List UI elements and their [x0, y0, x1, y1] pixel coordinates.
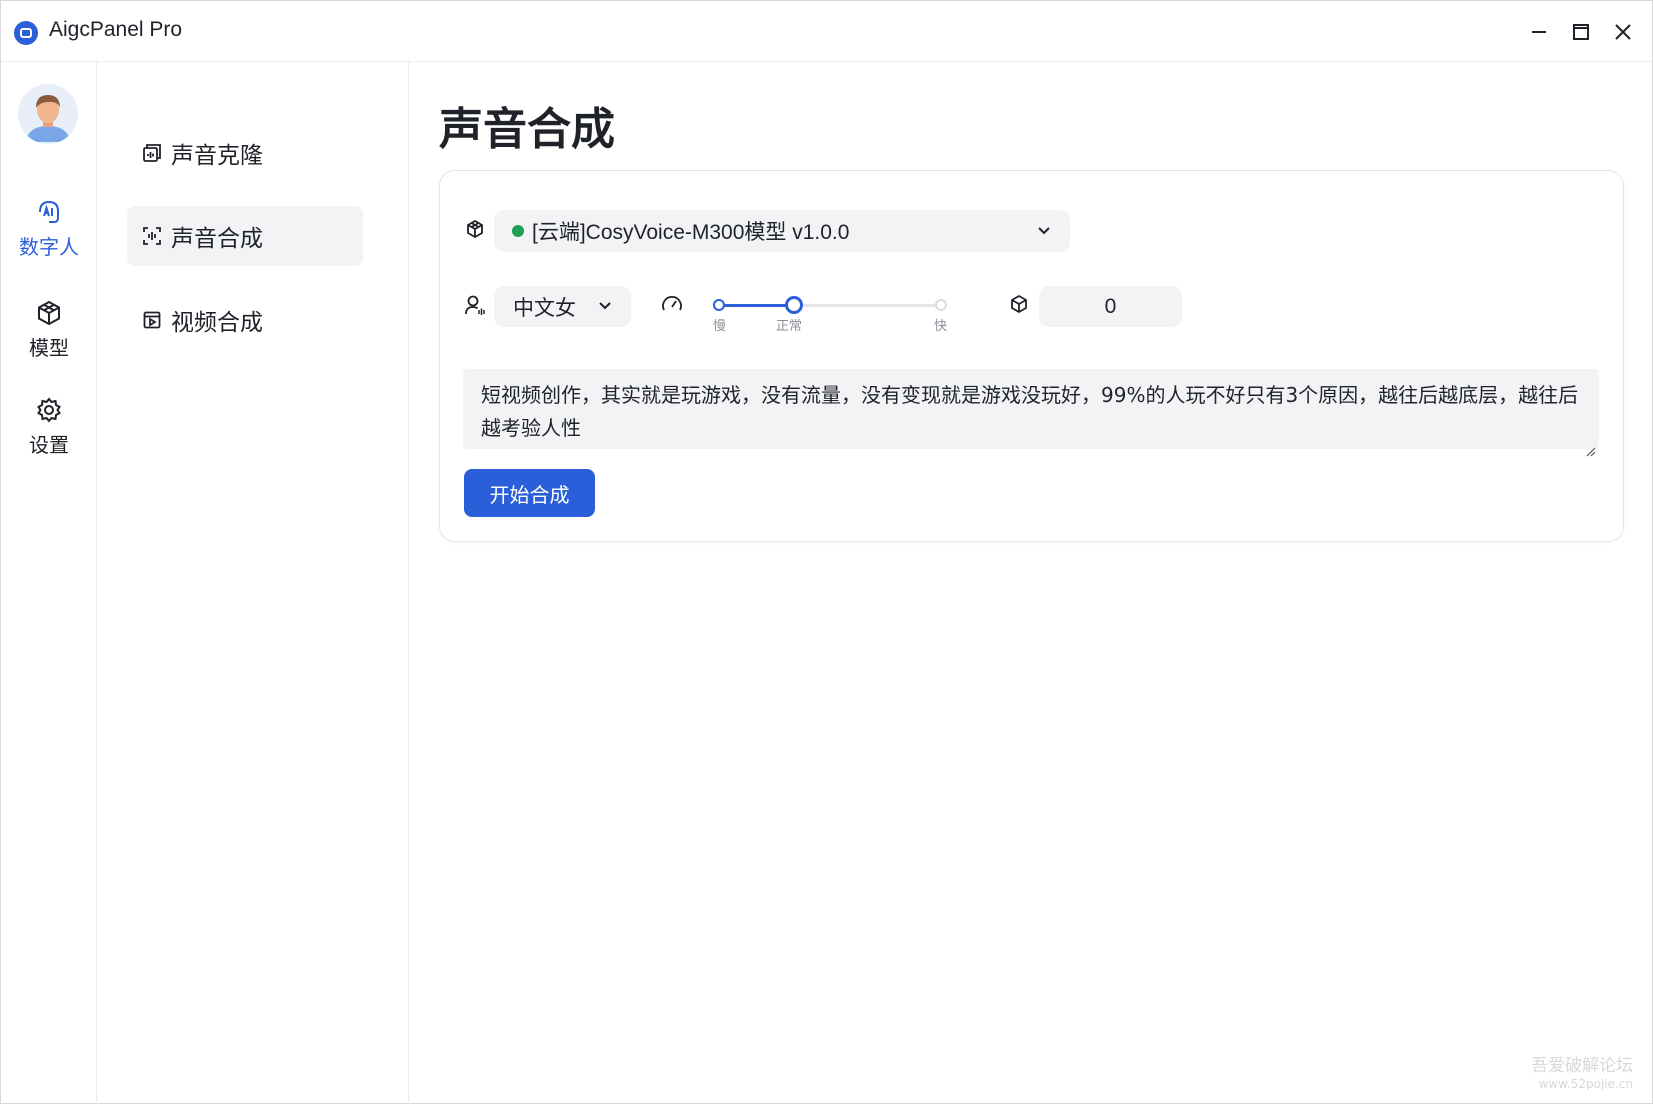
- rail-item-model[interactable]: 模型: [1, 298, 97, 361]
- minimize-icon: [1532, 31, 1546, 33]
- voice-clone-icon: [141, 142, 163, 164]
- chevron-down-icon: [1036, 222, 1052, 242]
- title-bar: AigcPanel Pro: [1, 1, 1652, 62]
- subnav-item-voice-clone[interactable]: 声音克隆: [127, 123, 363, 183]
- model-select-value: [云端]CosyVoice-M300模型 v1.0.0: [532, 221, 850, 244]
- speedometer-icon: [661, 294, 683, 318]
- maximize-icon: [1573, 24, 1589, 40]
- maximize-button[interactable]: [1561, 15, 1601, 49]
- close-icon: [1615, 24, 1631, 40]
- rail-item-settings[interactable]: 设置: [1, 395, 97, 458]
- page-title: 声音合成: [439, 104, 615, 155]
- slider-thumb[interactable]: [785, 296, 803, 314]
- speaker-select[interactable]: 中文女: [494, 286, 631, 327]
- watermark: 吾爱破解论坛 www.52pojie.cn: [1531, 1057, 1633, 1093]
- speaker-user-icon: [465, 294, 485, 320]
- ai-icon: [34, 197, 64, 227]
- tick-normal: 正常: [776, 319, 803, 334]
- subnav-item-label: 声音克隆: [171, 143, 263, 169]
- main-nav-rail: 数字人 模型 设置: [1, 62, 97, 1104]
- rail-item-digital-human[interactable]: 数字人: [1, 197, 97, 260]
- close-button[interactable]: [1603, 15, 1643, 49]
- gear-icon: [34, 395, 64, 425]
- watermark-line2: www.52pojie.cn: [1538, 1077, 1633, 1091]
- seed-input[interactable]: 0: [1039, 286, 1182, 327]
- tick-fast: 快: [934, 319, 948, 334]
- subnav-item-label: 视频合成: [171, 310, 263, 336]
- text-input-value: 短视频创作，其实就是玩游戏，没有流量，没有变现就是游戏没玩好，99%的人玩不好只…: [481, 383, 1579, 440]
- slider-mark-fast: [935, 299, 947, 311]
- start-synthesis-button[interactable]: 开始合成: [464, 469, 595, 517]
- tick-slow: 慢: [713, 319, 727, 334]
- watermark-line1: 吾爱破解论坛: [1531, 1056, 1633, 1076]
- avatar[interactable]: [18, 84, 78, 144]
- cube-icon: [34, 298, 64, 328]
- model-status-dot: [512, 225, 524, 237]
- rail-item-label: 数字人: [19, 235, 79, 259]
- app-logo-icon: [14, 21, 38, 45]
- sub-nav: 声音克隆 声音合成 视频合成: [97, 62, 409, 1104]
- minimize-button[interactable]: [1519, 15, 1559, 49]
- speed-slider[interactable]: 慢 正常 快: [713, 296, 953, 336]
- subnav-item-label: 声音合成: [171, 226, 263, 252]
- voice-synth-icon: [141, 225, 163, 247]
- user-avatar-icon: [18, 84, 78, 144]
- slider-mark-slow: [713, 299, 725, 311]
- rail-item-label: 模型: [29, 336, 69, 360]
- rail-item-label: 设置: [29, 433, 69, 457]
- text-input[interactable]: 短视频创作，其实就是玩游戏，没有流量，没有变现就是游戏没玩好，99%的人玩不好只…: [463, 369, 1599, 457]
- resize-handle-icon[interactable]: [1584, 434, 1596, 457]
- seed-cube-icon: [1009, 294, 1029, 318]
- window-title: AigcPanel Pro: [49, 18, 183, 41]
- subnav-item-voice-synthesis[interactable]: 声音合成: [127, 206, 363, 266]
- slider-fill: [719, 304, 794, 307]
- speaker-select-value: 中文女: [513, 295, 576, 320]
- app-window: AigcPanel Pro 数字人 模型 设置 声音克隆 声音合成 视频合成 声…: [0, 0, 1653, 1104]
- chevron-down-icon: [597, 297, 613, 317]
- subnav-item-video-synthesis[interactable]: 视频合成: [127, 290, 363, 350]
- model-select[interactable]: [云端]CosyVoice-M300模型 v1.0.0: [494, 210, 1070, 252]
- model-cube-icon: [465, 219, 485, 243]
- video-synth-icon: [141, 309, 163, 331]
